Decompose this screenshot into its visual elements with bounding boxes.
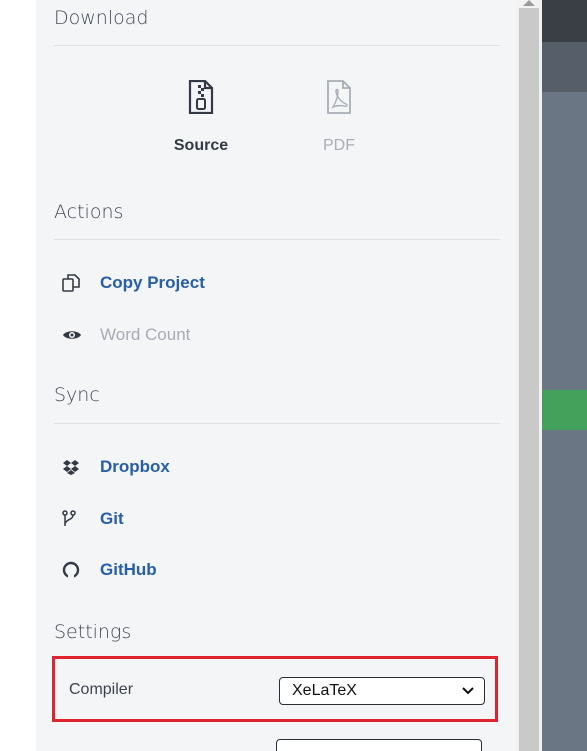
download-pdf-button[interactable]: PDF [294,80,384,155]
editor-background [542,0,587,751]
source-label: Source [173,137,229,154]
github-label: GitHub [100,560,157,579]
actions-heading: Actions [54,201,124,223]
copy-project-label: Copy Project [100,273,205,292]
dropbox-item[interactable]: Dropbox [62,454,170,480]
pdf-file-icon [294,80,384,119]
compiler-select[interactable]: XeLaTeX [279,677,485,705]
scrollbar-thumb[interactable] [519,8,539,751]
next-setting-select[interactable] [276,739,482,751]
copy-project-item[interactable]: Copy Project [62,270,205,296]
editor-toolbar [542,42,587,92]
editor-highlight-bar [542,390,587,430]
left-gutter [0,0,36,751]
compiler-setting-highlight: Compiler XeLaTeX [52,656,498,722]
word-count-item[interactable]: Word Count [62,322,190,348]
scroll-up-arrow-icon[interactable] [523,0,535,6]
divider [54,239,500,240]
divider [54,45,500,46]
git-label: Git [100,509,124,528]
eye-icon [62,328,90,342]
git-item[interactable]: Git [62,506,124,532]
download-source-button[interactable]: Source [156,79,246,155]
github-item[interactable]: GitHub [62,557,157,583]
github-icon [62,561,90,579]
divider [54,423,500,424]
dropbox-label: Dropbox [100,457,170,476]
git-icon [62,510,90,528]
zip-file-icon [156,79,246,119]
settings-heading: Settings [54,621,132,643]
editor-header [542,0,587,42]
compiler-value: XeLaTeX [292,682,357,699]
dropbox-icon [62,459,90,475]
sync-heading: Sync [54,384,100,406]
word-count-label: Word Count [100,325,191,344]
copy-icon [62,274,90,292]
project-menu-panel: Download Source PDF Actions Copy Project… [36,0,516,751]
download-heading: Download [54,7,149,29]
compiler-label: Compiler [69,681,134,698]
pdf-label: PDF [323,137,355,154]
chevron-down-icon [462,682,474,700]
